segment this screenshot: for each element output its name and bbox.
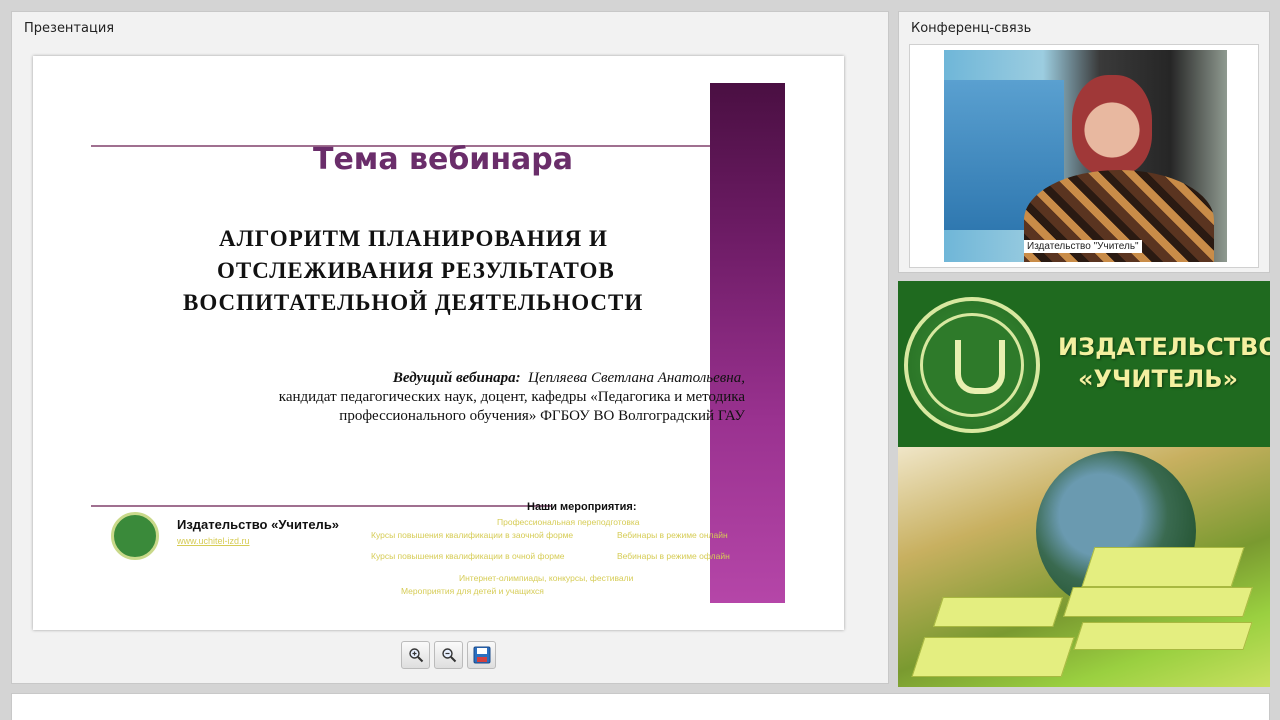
publisher-url-link[interactable]: www.uchitel-izd.ru [177,536,250,546]
event-link[interactable]: Курсы повышения квалификации в заочной ф… [371,530,573,540]
save-button[interactable] [467,641,496,669]
slide-heading: Тема вебинара [313,142,574,177]
event-link[interactable]: Вебинары в режиме онлайн [617,530,728,540]
publisher-name: Издательство «Учитель» [177,517,340,532]
publisher-emblem-icon [904,297,1040,433]
bottom-panel [11,693,1270,720]
host-name: Цепляева Светлана Анатольевна, [528,370,745,386]
event-link[interactable]: Профессиональная переподготовка [497,517,639,527]
zoom-in-button[interactable] [401,641,430,669]
conference-panel: Конференц-связь Издательство "Учитель" [898,11,1270,273]
event-link[interactable]: Интернет-олимпиады, конкурсы, фестивали [459,573,633,583]
floppy-disk-icon [473,646,490,664]
book-image [933,597,1063,627]
conference-panel-title: Конференц-связь [911,21,1032,36]
presentation-panel-title: Презентация [24,21,115,36]
publisher-logo-icon [111,512,159,560]
slide-topic-line-1: АЛГОРИТМ ПЛАНИРОВАНИЯ И [219,226,608,251]
publisher-emblem-ring [920,313,1024,417]
video-caption: Издательство "Учитель" [1024,240,1142,253]
book-image [1063,587,1253,617]
event-link[interactable]: Вебинары в режиме офлайн [617,551,730,561]
book-image [1073,622,1253,650]
banner-image [898,447,1270,687]
video-presenter [1072,75,1152,175]
book-image [1081,547,1245,587]
banner-title-line-2: «УЧИТЕЛЬ» [1078,365,1238,393]
event-link[interactable]: Курсы повышения квалификации в очной фор… [371,551,565,561]
presentation-slide: Тема вебинара АЛГОРИТМ ПЛАНИРОВАНИЯ И ОТ… [33,56,844,630]
event-link[interactable]: Мероприятия для детей и учащихся [401,586,544,596]
magnifier-minus-icon [441,648,456,663]
presentation-panel: Презентация Тема вебинара АЛГОРИТМ ПЛАНИ… [11,11,889,684]
slide-host-info: Ведущий вебинара: Цепляева Светлана Анат… [183,369,745,426]
presentation-toolbar [401,641,496,669]
host-label: Ведущий вебинара: [392,370,521,386]
zoom-out-button[interactable] [434,641,463,669]
video-feed[interactable]: Издательство "Учитель" [944,50,1227,262]
publisher-banner: ИЗДАТЕЛЬСТВО «УЧИТЕЛЬ» [898,281,1270,687]
banner-title-line-1: ИЗДАТЕЛЬСТВО [1058,333,1270,361]
magnifier-plus-icon [408,648,423,663]
slide-divider-bottom [91,505,551,507]
banner-header: ИЗДАТЕЛЬСТВО «УЧИТЕЛЬ» [898,281,1270,447]
host-details-1: кандидат педагогических наук, доцент, ка… [278,389,745,405]
book-image [911,637,1075,677]
slide-topic-line-3: ВОСПИТАТЕЛЬНОЙ ДЕЯТЕЛЬНОСТИ [183,290,644,315]
slide-accent-bar [710,83,785,603]
slide-topic-line-2: ОТСЛЕЖИВАНИЯ РЕЗУЛЬТАТОВ [217,258,615,283]
events-title: Наши мероприятия: [527,501,637,513]
host-details-2: профессионального обучения» ФГБОУ ВО Вол… [339,408,745,424]
